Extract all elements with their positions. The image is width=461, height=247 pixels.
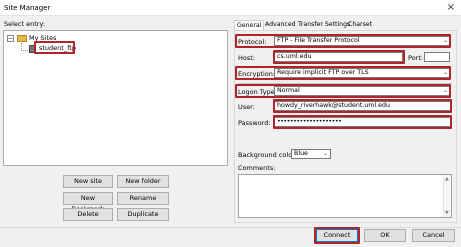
site-tree[interactable]: − My Sites student_ftp: [3, 30, 228, 166]
new-bookmark-button[interactable]: New Bookmark: [63, 192, 113, 213]
collapse-icon[interactable]: −: [7, 35, 14, 42]
highlight-site: [34, 41, 75, 54]
highlight-password: [273, 115, 452, 129]
password-label: Password:: [238, 119, 271, 127]
highlight-user: [273, 99, 452, 113]
host-label: Host:: [238, 54, 255, 62]
comments-label: Comments:: [238, 164, 276, 172]
title-bar: Site Manager ×: [0, 0, 461, 16]
user-label: User:: [238, 103, 255, 111]
scroll-down-icon[interactable]: ▼: [445, 210, 449, 216]
chevron-down-icon: ⌄: [322, 150, 328, 157]
duplicate-button[interactable]: Duplicate: [117, 208, 169, 221]
scroll-up-icon[interactable]: ▲: [445, 176, 449, 182]
comments-scrollbar[interactable]: ▲ ▼: [443, 175, 451, 217]
tree-connector: [21, 50, 28, 51]
select-entry-label: Select entry:: [4, 20, 46, 28]
background-color-select[interactable]: Blue ⌄: [291, 149, 331, 159]
close-icon[interactable]: ×: [447, 2, 455, 13]
cancel-button[interactable]: Cancel: [412, 229, 455, 242]
window-title: Site Manager: [4, 4, 51, 12]
highlight-logon-type: [235, 84, 451, 98]
highlight-host: [273, 50, 405, 64]
highlight-connect: [314, 227, 360, 244]
background-color-label: Background color:: [238, 151, 297, 159]
background-color-value: Blue: [294, 150, 308, 157]
ok-button[interactable]: OK: [364, 229, 406, 242]
delete-button[interactable]: Delete: [63, 208, 113, 221]
rename-button[interactable]: Rename: [117, 192, 169, 205]
highlight-encryption: [235, 66, 451, 80]
port-label: Port:: [408, 54, 424, 62]
new-site-button[interactable]: New site: [63, 175, 113, 188]
new-folder-button[interactable]: New folder: [117, 175, 169, 188]
comments-textarea[interactable]: ▲ ▼: [238, 174, 452, 218]
folder-icon: [17, 35, 27, 42]
highlight-protocol: [235, 34, 451, 48]
port-input[interactable]: [424, 52, 450, 62]
